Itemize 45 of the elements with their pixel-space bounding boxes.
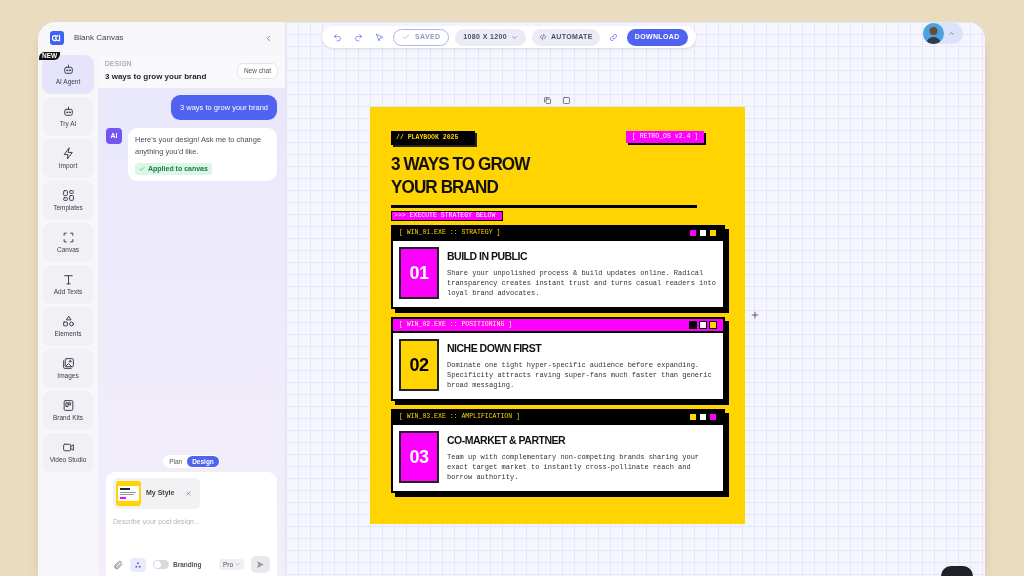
- chevron-down-icon: [510, 33, 518, 41]
- dots-icon: [134, 560, 142, 569]
- shapes-icon: [61, 315, 75, 329]
- app-title: Blank Canvas: [74, 32, 125, 44]
- robot-icon: [61, 63, 75, 77]
- branding-toggle[interactable]: [153, 560, 169, 569]
- check-icon: [402, 33, 410, 41]
- number-block: 01: [399, 247, 439, 299]
- robot-icon: [61, 105, 75, 119]
- link-icon[interactable]: [608, 32, 618, 42]
- redo-icon[interactable]: [354, 32, 363, 42]
- check-icon: [139, 166, 145, 173]
- sparkle-button[interactable]: [130, 557, 146, 572]
- close-icon[interactable]: [185, 490, 193, 497]
- images-icon: [61, 357, 75, 371]
- templates-icon: [61, 189, 75, 203]
- collapse-chevron-icon[interactable]: [264, 33, 273, 43]
- pointer-icon[interactable]: [375, 32, 384, 42]
- number-block: 02: [399, 339, 439, 391]
- lightning-icon: [61, 147, 75, 161]
- app-logo-icon: [50, 31, 64, 45]
- paperclip-icon[interactable]: [113, 559, 123, 570]
- chat-title: 3 ways to grow your brand: [105, 70, 208, 83]
- undo-icon[interactable]: [333, 32, 342, 42]
- account-menu[interactable]: [923, 23, 963, 44]
- code-icon: [538, 33, 547, 41]
- user-avatar: [923, 23, 944, 44]
- send-button[interactable]: [251, 556, 270, 573]
- duplicate-icon[interactable]: [543, 96, 552, 105]
- add-icon[interactable]: [750, 310, 760, 320]
- chevron-down-icon: [235, 562, 240, 567]
- card-heading: CO-MARKET & PARTNER: [447, 433, 567, 448]
- poster-title-line: 3 WAYS TO GROW: [391, 152, 532, 175]
- frame-corners-icon: [61, 231, 75, 245]
- poster-title-line: YOUR BRAND: [391, 175, 499, 198]
- send-icon: [256, 560, 265, 569]
- text-icon: [61, 273, 75, 287]
- chevron-up-icon: [948, 30, 955, 37]
- help-button[interactable]: [941, 566, 973, 576]
- brand-kit-icon: [61, 399, 75, 413]
- card-heading: BUILD IN PUBLIC: [447, 249, 528, 264]
- card-heading: NICHE DOWN FIRST: [447, 341, 543, 356]
- number-block: 03: [399, 431, 439, 483]
- square-icon[interactable]: [562, 96, 571, 105]
- style-thumbnail: [116, 481, 141, 506]
